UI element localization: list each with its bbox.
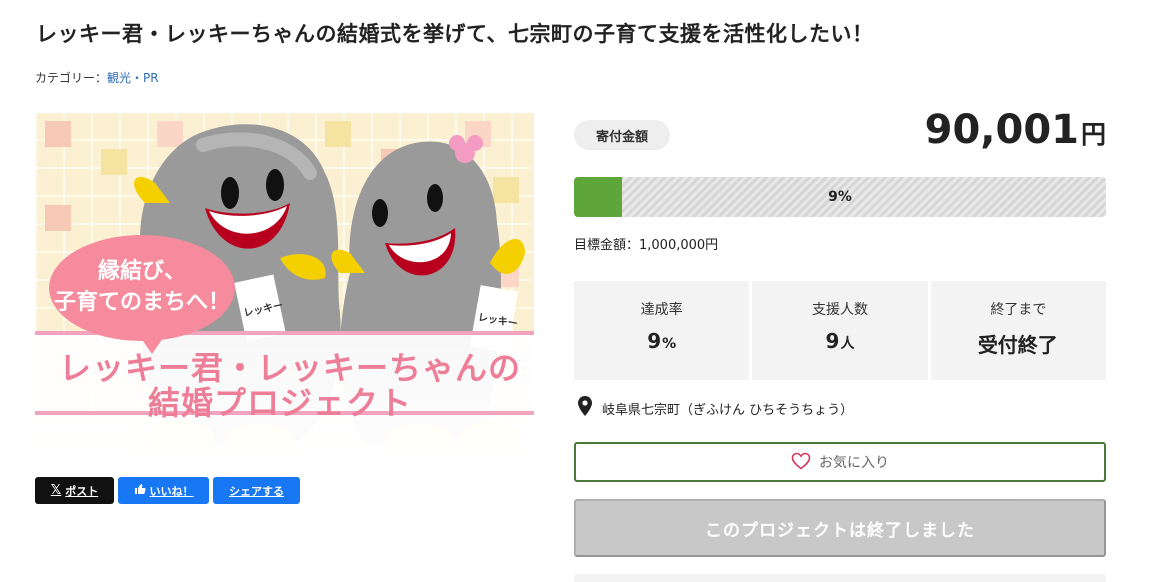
category-label: カテゴリー：	[35, 71, 108, 85]
stat-unit: %	[662, 336, 677, 352]
progress-bar-text: 9%	[828, 189, 852, 205]
stat-label: 終了まで	[990, 302, 1047, 318]
facebook-like-button[interactable]: いいね！	[118, 477, 209, 504]
stat-value: 9人	[752, 329, 927, 353]
bubble-line-2: 子育てのまちへ！	[53, 290, 230, 315]
donation-amount-value: 90,001	[924, 107, 1079, 153]
hero-speech-bubble: 縁結び、 子育てのまちへ！	[49, 235, 235, 354]
progress-bar: 9%	[574, 177, 1106, 217]
stat-unit: 人	[840, 336, 855, 352]
thumbs-up-icon	[134, 483, 146, 498]
share-label: シェアする	[229, 484, 284, 498]
donation-amount-label: 寄付金額	[574, 120, 670, 150]
next-section-edge	[574, 574, 1106, 582]
target-amount: 目標金額：1,000,000円	[574, 238, 719, 253]
donation-amount: 90,001円	[925, 107, 1106, 153]
location-text: 岐阜県七宗町（ぎふけん ひちそうちょう）	[602, 402, 854, 418]
stat-achievement-rate: 達成率 9%	[574, 281, 750, 380]
favorite-button[interactable]: お気に入り	[574, 442, 1106, 482]
stat-label: 達成率	[640, 302, 683, 318]
stat-value: 9%	[574, 329, 749, 353]
project-hero-image: レッキー レッキー 縁結び、 子育てのまちへ！ レッキー君・レッキーちゃんの 結…	[35, 113, 534, 452]
x-post-button[interactable]: 𝕏 ポスト	[35, 477, 114, 504]
donation-amount-unit: 円	[1080, 120, 1106, 149]
project-ended-button[interactable]: このプロジェクトは終了しました	[574, 499, 1106, 557]
stats-panel: 達成率 9% 支援人数 9人 終了まで 受付終了	[574, 281, 1106, 380]
x-post-label: ポスト	[65, 484, 99, 498]
stat-label: 支援人数	[811, 302, 868, 318]
favorite-label: お気に入り	[819, 454, 889, 470]
x-logo-icon: 𝕏	[50, 483, 62, 498]
map-pin-icon	[578, 396, 592, 420]
stat-number: 受付終了	[977, 333, 1058, 357]
stat-time-remaining: 終了まで 受付終了	[930, 281, 1106, 380]
project-title: レッキー君・レッキーちゃんの結婚式を挙げて、七宗町の子育て支援を活性化したい！	[36, 22, 874, 46]
location: 岐阜県七宗町（ぎふけん ひちそうちょう）	[578, 396, 853, 420]
hero-headline-2: 結婚プロジェクト	[148, 384, 413, 422]
bubble-line-1: 縁結び、	[97, 259, 186, 284]
stat-number: 9	[647, 329, 662, 353]
stat-supporters: 支援人数 9人	[752, 281, 928, 380]
stat-number: 9	[825, 329, 840, 353]
category-line: カテゴリー：観光・PR	[35, 69, 159, 86]
like-label: いいね！	[149, 484, 194, 498]
facebook-share-button[interactable]: シェアする	[213, 477, 300, 504]
stat-value: 受付終了	[931, 329, 1106, 358]
heart-icon	[791, 452, 811, 473]
category-link[interactable]: 観光・PR	[107, 71, 159, 85]
